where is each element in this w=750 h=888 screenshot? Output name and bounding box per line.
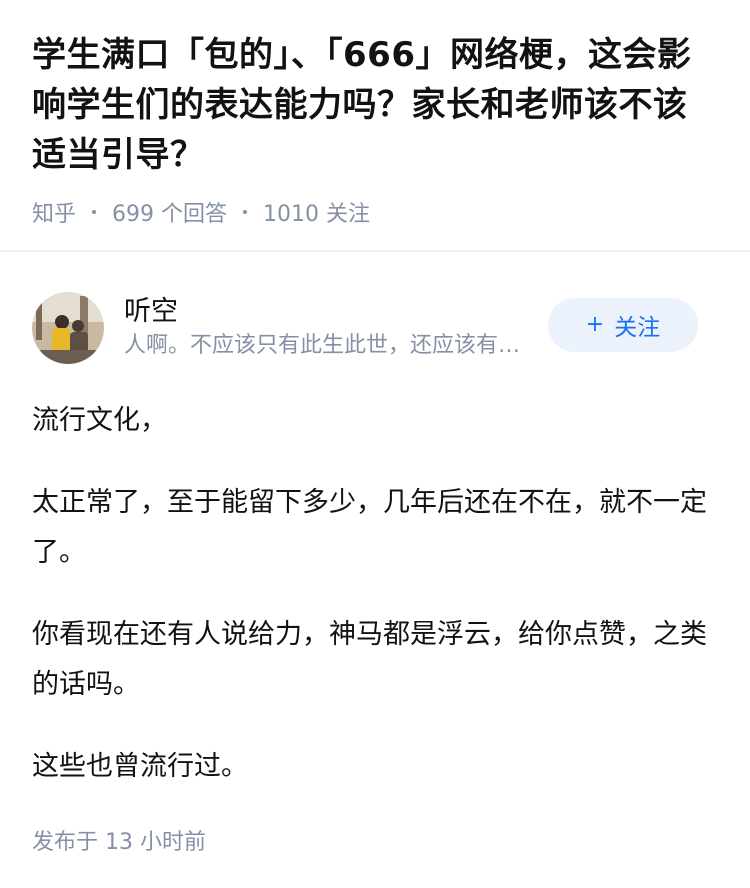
answer-paragraph: 这些也曾流行过。 bbox=[32, 751, 248, 782]
author-name[interactable]: 听空 bbox=[124, 294, 544, 330]
publish-prefix: 发布于 bbox=[32, 830, 99, 855]
answer-count[interactable]: 699 个回答 bbox=[112, 196, 227, 228]
publish-time: 发布于 13 小时前 bbox=[32, 824, 718, 856]
answer-content[interactable]: 流行文化， 太正常了，至于能留下多少，几年后还在不在，就不一定了。 你看现在还有… bbox=[32, 396, 718, 792]
answer-card: 听空 人啊。不应该只有此生此世，还应该有诗和远方 + 关注 流行文化， 太正常了… bbox=[0, 252, 750, 856]
follow-button-label: 关注 bbox=[614, 315, 661, 341]
source-label[interactable]: 知乎 bbox=[32, 196, 76, 228]
follow-count[interactable]: 1010 关注 bbox=[263, 196, 370, 228]
answer-count-value: 699 bbox=[112, 202, 155, 227]
follow-button[interactable]: + 关注 bbox=[548, 298, 698, 352]
question-header: 学生满口「包的」、「666」网络梗，这会影响学生们的表达能力吗？家长和老师该不该… bbox=[0, 0, 750, 250]
separator-dot bbox=[243, 210, 248, 214]
publish-time-value: 13 小时前 bbox=[105, 830, 207, 855]
answer-paragraph: 太正常了，至于能留下多少，几年后还在不在，就不一定了。 bbox=[32, 487, 707, 568]
author-row: 听空 人啊。不应该只有此生此世，还应该有诗和远方 + 关注 bbox=[32, 288, 718, 368]
answer-paragraph: 你看现在还有人说给力，神马都是浮云，给你点赞，之类的话吗。 bbox=[32, 619, 707, 700]
follow-count-value: 1010 bbox=[263, 202, 320, 227]
page: 学生满口「包的」、「666」网络梗，这会影响学生们的表达能力吗？家长和老师该不该… bbox=[0, 0, 750, 888]
question-meta: 知乎 699 个回答 1010 关注 bbox=[32, 196, 718, 228]
avatar[interactable] bbox=[32, 292, 104, 364]
question-title[interactable]: 学生满口「包的」、「666」网络梗，这会影响学生们的表达能力吗？家长和老师该不该… bbox=[32, 30, 718, 180]
author-bio: 人啊。不应该只有此生此世，还应该有诗和远方 bbox=[124, 333, 534, 358]
answer-count-label: 个回答 bbox=[161, 202, 228, 227]
author-info: 听空 人啊。不应该只有此生此世，还应该有诗和远方 bbox=[124, 294, 544, 362]
follow-count-label: 关注 bbox=[326, 202, 371, 227]
avatar-image bbox=[32, 292, 104, 364]
separator-dot bbox=[92, 210, 97, 214]
plus-icon: + bbox=[585, 312, 605, 337]
answer-paragraph: 流行文化， bbox=[32, 405, 167, 436]
